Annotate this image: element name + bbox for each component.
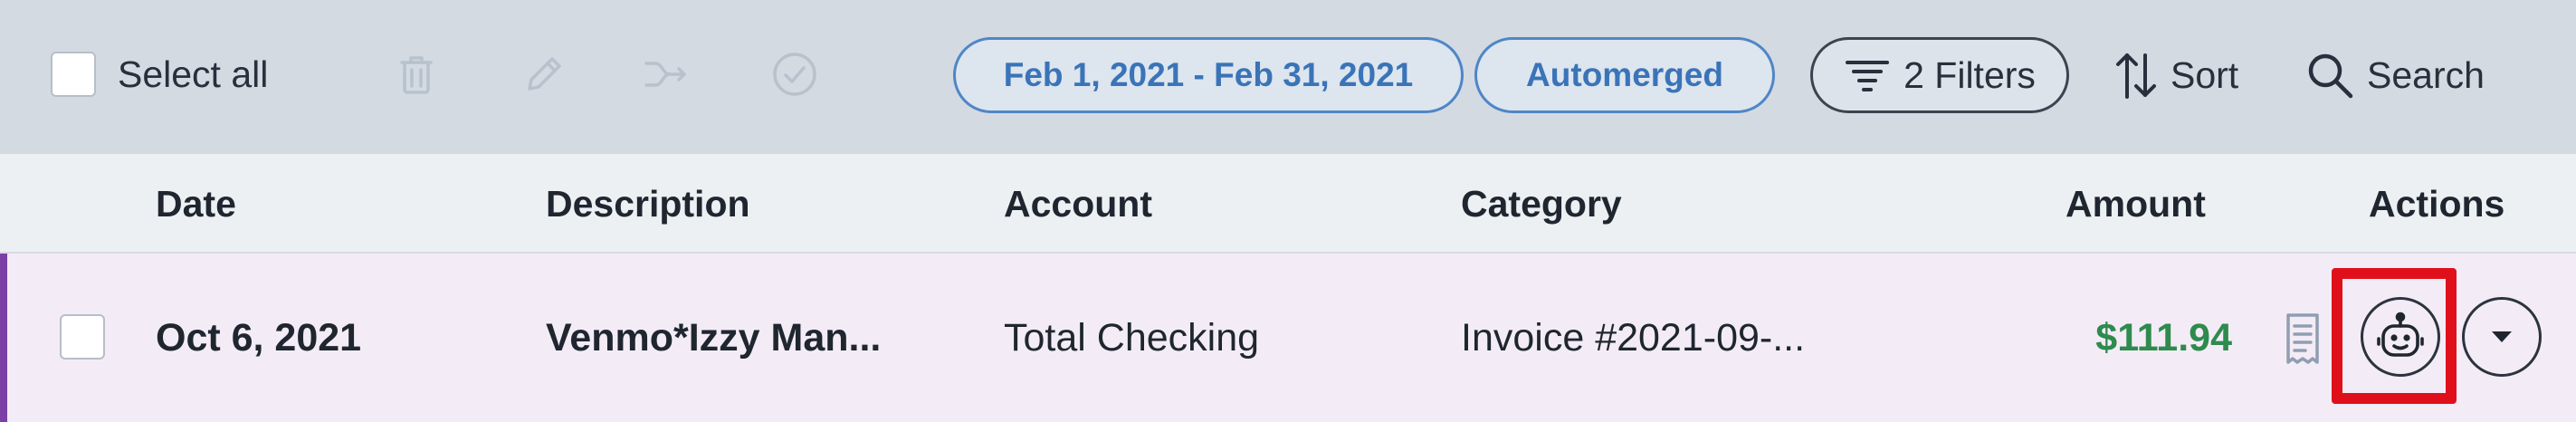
search-icon xyxy=(2308,53,2353,99)
row-checkbox[interactable] xyxy=(60,314,105,360)
date-range-filter[interactable]: Feb 1, 2021 - Feb 31, 2021 xyxy=(953,37,1464,113)
search-button[interactable]: Search xyxy=(2305,43,2485,107)
sort-label: Sort xyxy=(2171,53,2239,96)
row-account[interactable]: Total Checking xyxy=(1004,254,1259,422)
header-category[interactable]: Category xyxy=(1461,154,1622,254)
row-description[interactable]: Venmo*Izzy Man... xyxy=(546,254,881,422)
filters-label: 2 Filters xyxy=(1903,53,2036,96)
pencil-icon[interactable] xyxy=(519,49,569,100)
select-all-label: Select all xyxy=(118,53,269,95)
filters-button[interactable]: 2 Filters xyxy=(1810,37,2069,113)
more-actions-dropdown[interactable] xyxy=(2462,297,2542,377)
chevron-down-icon xyxy=(2492,331,2512,342)
select-all-control[interactable]: Select all xyxy=(51,52,268,97)
merge-icon[interactable] xyxy=(641,49,692,100)
check-circle-icon[interactable] xyxy=(769,49,820,100)
receipt-icon[interactable] xyxy=(2281,312,2324,366)
highlight-box xyxy=(2332,268,2457,404)
table-header: Date Description Account Category Amount… xyxy=(0,154,2576,254)
header-description[interactable]: Description xyxy=(546,154,750,254)
header-account[interactable]: Account xyxy=(1004,154,1152,254)
automerged-label: Automerged xyxy=(1526,56,1723,93)
automerged-filter[interactable]: Automerged xyxy=(1474,37,1775,113)
row-category[interactable]: Invoice #2021-09-... xyxy=(1461,254,1805,422)
row-date: Oct 6, 2021 xyxy=(156,315,362,360)
table-row[interactable]: Oct 6, 2021 Venmo*Izzy Man... Total Chec… xyxy=(0,254,2576,422)
toolbar: Select all Feb 1, 2021 - Feb 31, 2021 Au… xyxy=(0,0,2576,154)
sort-button[interactable]: Sort xyxy=(2114,43,2238,107)
search-label: Search xyxy=(2367,53,2485,96)
trash-icon[interactable] xyxy=(391,49,442,100)
sort-icon xyxy=(2116,53,2156,99)
header-actions: Actions xyxy=(2369,182,2505,225)
date-range-label: Feb 1, 2021 - Feb 31, 2021 xyxy=(1003,56,1414,93)
filter-icon xyxy=(1846,61,1890,91)
header-amount[interactable]: Amount xyxy=(2066,154,2206,254)
row-amount: $111.94 xyxy=(2095,315,2232,360)
select-all-checkbox[interactable] xyxy=(51,52,96,97)
header-date[interactable]: Date xyxy=(156,154,236,254)
